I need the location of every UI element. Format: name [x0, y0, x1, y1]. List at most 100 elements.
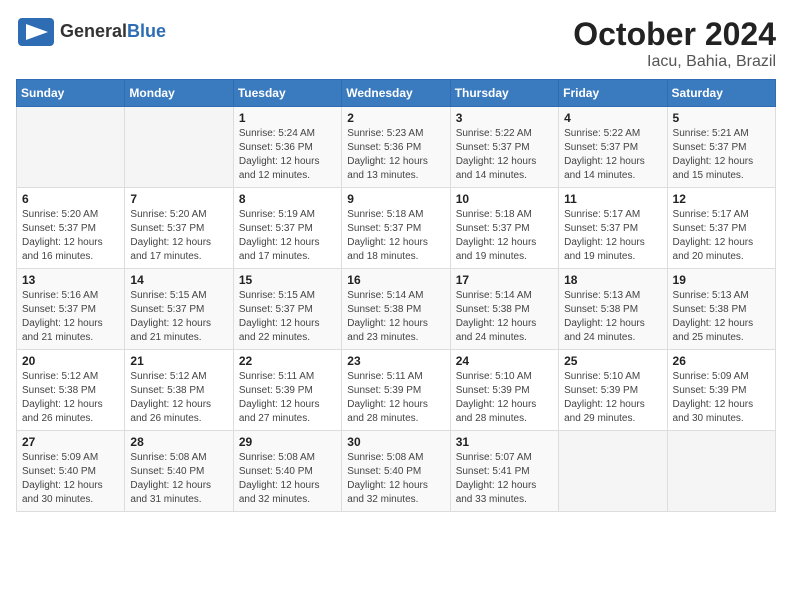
day-info: Sunrise: 5:15 AM Sunset: 5:37 PM Dayligh… [130, 289, 227, 345]
day-info: Sunrise: 5:13 AM Sunset: 5:38 PM Dayligh… [564, 289, 661, 345]
calendar-cell: 6 Sunrise: 5:20 AM Sunset: 5:37 PM Dayli… [17, 188, 125, 269]
calendar-cell: 26 Sunrise: 5:09 AM Sunset: 5:39 PM Dayl… [667, 350, 775, 431]
day-number: 31 [456, 435, 553, 449]
daylight-label: Daylight: 12 hours and 30 minutes. [673, 399, 754, 424]
day-number: 25 [564, 354, 661, 368]
calendar-cell: 20 Sunrise: 5:12 AM Sunset: 5:38 PM Dayl… [17, 350, 125, 431]
day-info: Sunrise: 5:08 AM Sunset: 5:40 PM Dayligh… [239, 451, 336, 507]
day-info: Sunrise: 5:22 AM Sunset: 5:37 PM Dayligh… [564, 127, 661, 183]
page-header: GeneralBlue October 2024 Iacu, Bahia, Br… [16, 16, 776, 71]
sunrise-label: Sunrise: 5:09 AM [673, 371, 749, 382]
calendar-cell: 29 Sunrise: 5:08 AM Sunset: 5:40 PM Dayl… [233, 431, 341, 512]
sunset-label: Sunset: 5:37 PM [564, 223, 638, 234]
calendar-header-row: SundayMondayTuesdayWednesdayThursdayFrid… [17, 80, 776, 107]
daylight-label: Daylight: 12 hours and 25 minutes. [673, 318, 754, 343]
sunset-label: Sunset: 5:37 PM [239, 223, 313, 234]
sunrise-label: Sunrise: 5:21 AM [673, 128, 749, 139]
day-info: Sunrise: 5:09 AM Sunset: 5:39 PM Dayligh… [673, 370, 770, 426]
day-info: Sunrise: 5:10 AM Sunset: 5:39 PM Dayligh… [564, 370, 661, 426]
daylight-label: Daylight: 12 hours and 24 minutes. [456, 318, 537, 343]
logo-icon [16, 16, 56, 48]
day-info: Sunrise: 5:15 AM Sunset: 5:37 PM Dayligh… [239, 289, 336, 345]
sunset-label: Sunset: 5:37 PM [673, 142, 747, 153]
sunrise-label: Sunrise: 5:16 AM [22, 290, 98, 301]
sunset-label: Sunset: 5:38 PM [130, 385, 204, 396]
sunset-label: Sunset: 5:37 PM [456, 142, 530, 153]
sunset-label: Sunset: 5:37 PM [564, 142, 638, 153]
sunset-label: Sunset: 5:40 PM [347, 466, 421, 477]
sunrise-label: Sunrise: 5:10 AM [564, 371, 640, 382]
calendar-cell: 4 Sunrise: 5:22 AM Sunset: 5:37 PM Dayli… [559, 107, 667, 188]
day-number: 15 [239, 273, 336, 287]
calendar-cell: 28 Sunrise: 5:08 AM Sunset: 5:40 PM Dayl… [125, 431, 233, 512]
daylight-label: Daylight: 12 hours and 18 minutes. [347, 237, 428, 262]
calendar-cell [17, 107, 125, 188]
sunrise-label: Sunrise: 5:24 AM [239, 128, 315, 139]
calendar-cell: 8 Sunrise: 5:19 AM Sunset: 5:37 PM Dayli… [233, 188, 341, 269]
sunset-label: Sunset: 5:39 PM [673, 385, 747, 396]
day-info: Sunrise: 5:14 AM Sunset: 5:38 PM Dayligh… [347, 289, 444, 345]
sunrise-label: Sunrise: 5:22 AM [456, 128, 532, 139]
day-number: 12 [673, 192, 770, 206]
calendar-week-2: 6 Sunrise: 5:20 AM Sunset: 5:37 PM Dayli… [17, 188, 776, 269]
day-number: 9 [347, 192, 444, 206]
day-number: 1 [239, 111, 336, 125]
calendar-cell: 31 Sunrise: 5:07 AM Sunset: 5:41 PM Dayl… [450, 431, 558, 512]
day-info: Sunrise: 5:23 AM Sunset: 5:36 PM Dayligh… [347, 127, 444, 183]
day-info: Sunrise: 5:20 AM Sunset: 5:37 PM Dayligh… [130, 208, 227, 264]
day-info: Sunrise: 5:11 AM Sunset: 5:39 PM Dayligh… [239, 370, 336, 426]
sunset-label: Sunset: 5:36 PM [239, 142, 313, 153]
sunrise-label: Sunrise: 5:20 AM [22, 209, 98, 220]
logo-general: General [60, 21, 127, 41]
logo: GeneralBlue [16, 16, 166, 48]
day-number: 17 [456, 273, 553, 287]
col-header-thursday: Thursday [450, 80, 558, 107]
day-number: 7 [130, 192, 227, 206]
day-info: Sunrise: 5:10 AM Sunset: 5:39 PM Dayligh… [456, 370, 553, 426]
sunrise-label: Sunrise: 5:23 AM [347, 128, 423, 139]
day-info: Sunrise: 5:17 AM Sunset: 5:37 PM Dayligh… [564, 208, 661, 264]
calendar-cell: 19 Sunrise: 5:13 AM Sunset: 5:38 PM Dayl… [667, 269, 775, 350]
daylight-label: Daylight: 12 hours and 19 minutes. [564, 237, 645, 262]
day-info: Sunrise: 5:24 AM Sunset: 5:36 PM Dayligh… [239, 127, 336, 183]
daylight-label: Daylight: 12 hours and 14 minutes. [564, 156, 645, 181]
daylight-label: Daylight: 12 hours and 13 minutes. [347, 156, 428, 181]
day-info: Sunrise: 5:13 AM Sunset: 5:38 PM Dayligh… [673, 289, 770, 345]
sunrise-label: Sunrise: 5:11 AM [239, 371, 314, 382]
day-info: Sunrise: 5:18 AM Sunset: 5:37 PM Dayligh… [456, 208, 553, 264]
sunrise-label: Sunrise: 5:13 AM [673, 290, 749, 301]
sunset-label: Sunset: 5:41 PM [456, 466, 530, 477]
daylight-label: Daylight: 12 hours and 32 minutes. [347, 480, 428, 505]
daylight-label: Daylight: 12 hours and 21 minutes. [22, 318, 103, 343]
day-number: 22 [239, 354, 336, 368]
calendar-cell: 7 Sunrise: 5:20 AM Sunset: 5:37 PM Dayli… [125, 188, 233, 269]
sunset-label: Sunset: 5:38 PM [22, 385, 96, 396]
sunset-label: Sunset: 5:39 PM [239, 385, 313, 396]
sunset-label: Sunset: 5:37 PM [347, 223, 421, 234]
col-header-sunday: Sunday [17, 80, 125, 107]
sunset-label: Sunset: 5:40 PM [130, 466, 204, 477]
calendar-cell: 9 Sunrise: 5:18 AM Sunset: 5:37 PM Dayli… [342, 188, 450, 269]
sunrise-label: Sunrise: 5:12 AM [22, 371, 98, 382]
calendar-cell: 10 Sunrise: 5:18 AM Sunset: 5:37 PM Dayl… [450, 188, 558, 269]
calendar-cell [125, 107, 233, 188]
sunrise-label: Sunrise: 5:15 AM [239, 290, 315, 301]
calendar-week-4: 20 Sunrise: 5:12 AM Sunset: 5:38 PM Dayl… [17, 350, 776, 431]
daylight-label: Daylight: 12 hours and 15 minutes. [673, 156, 754, 181]
page-title: October 2024 [573, 16, 776, 53]
daylight-label: Daylight: 12 hours and 29 minutes. [564, 399, 645, 424]
calendar-cell [559, 431, 667, 512]
sunset-label: Sunset: 5:37 PM [673, 223, 747, 234]
daylight-label: Daylight: 12 hours and 27 minutes. [239, 399, 320, 424]
calendar-cell [667, 431, 775, 512]
day-number: 28 [130, 435, 227, 449]
daylight-label: Daylight: 12 hours and 28 minutes. [347, 399, 428, 424]
sunset-label: Sunset: 5:37 PM [130, 223, 204, 234]
daylight-label: Daylight: 12 hours and 19 minutes. [456, 237, 537, 262]
sunrise-label: Sunrise: 5:08 AM [347, 452, 423, 463]
daylight-label: Daylight: 12 hours and 16 minutes. [22, 237, 103, 262]
sunrise-label: Sunrise: 5:12 AM [130, 371, 206, 382]
daylight-label: Daylight: 12 hours and 26 minutes. [22, 399, 103, 424]
day-info: Sunrise: 5:09 AM Sunset: 5:40 PM Dayligh… [22, 451, 119, 507]
sunrise-label: Sunrise: 5:10 AM [456, 371, 532, 382]
